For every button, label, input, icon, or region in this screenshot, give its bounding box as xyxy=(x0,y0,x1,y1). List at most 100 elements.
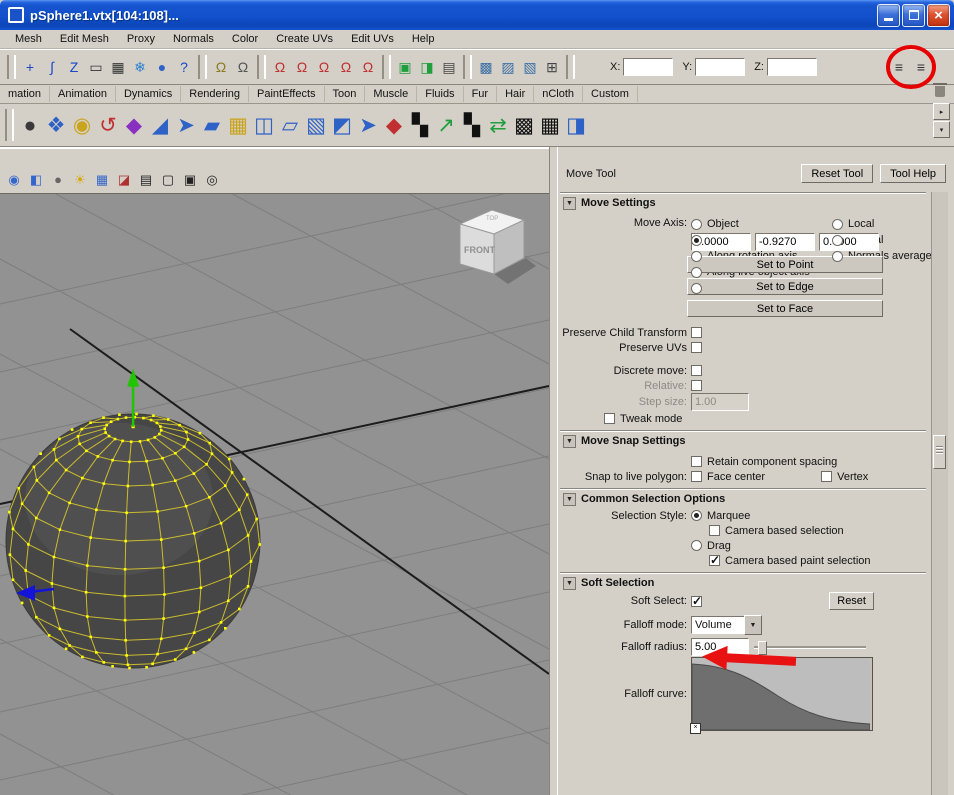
extrude-icon[interactable]: ▱ xyxy=(277,108,303,142)
falloff-radius-input[interactable] xyxy=(691,638,749,656)
shelf-tab[interactable]: PaintEffects xyxy=(249,86,325,102)
falloff-curve-graph[interactable] xyxy=(690,657,873,734)
poly-sphere-icon[interactable]: ● xyxy=(17,108,43,142)
curve-key-marker[interactable] xyxy=(690,723,701,734)
render-view-icon[interactable]: ▩ xyxy=(475,56,497,78)
grid-cube-icon[interactable]: ▦ xyxy=(107,56,129,78)
uv-checker-icon[interactable]: ▚ xyxy=(407,108,433,142)
panel-scrollbar[interactable] xyxy=(931,192,948,795)
viewport[interactable]: TOP FRONT xyxy=(0,192,549,795)
lock-selection-icon[interactable]: Ω xyxy=(232,56,254,78)
radio-icon[interactable] xyxy=(691,266,702,278)
shaded-icon[interactable]: ● xyxy=(48,170,68,190)
film-gate-icon[interactable]: ▢ xyxy=(158,170,178,190)
smooth-icon[interactable]: ◉ xyxy=(69,108,95,142)
shelf-grip[interactable] xyxy=(5,109,14,141)
shelf-tab[interactable]: Fur xyxy=(464,86,498,102)
poly-spheres-icon[interactable]: ❖ xyxy=(43,108,69,142)
toolbar-grip[interactable] xyxy=(257,55,266,79)
sphere-icon[interactable]: ● xyxy=(151,56,173,78)
scrollbar-thumb[interactable] xyxy=(933,435,946,469)
resolution-gate-icon[interactable]: ▣ xyxy=(180,170,200,190)
custom-axis-input[interactable] xyxy=(755,232,815,251)
menu-item[interactable]: Edit UVs xyxy=(342,31,403,47)
lattice-icon[interactable]: ◨ xyxy=(563,108,589,142)
shelf-tab[interactable]: Muscle xyxy=(365,86,418,102)
toolbar-grip[interactable] xyxy=(7,55,16,79)
poly-plane-icon[interactable]: ▰ xyxy=(199,108,225,142)
menu-item[interactable]: Mesh xyxy=(6,31,51,47)
snap-to-grid-icon[interactable]: Ω xyxy=(269,56,291,78)
trash-icon[interactable] xyxy=(933,83,947,97)
gate-mask-icon[interactable]: ◎ xyxy=(202,170,222,190)
camera-based-selection-checkbox[interactable] xyxy=(709,525,720,536)
toolbar-grip[interactable] xyxy=(198,55,207,79)
toolbar-grip[interactable] xyxy=(566,55,575,79)
normals-icon[interactable]: ↗ xyxy=(433,108,459,142)
panel-divider[interactable] xyxy=(549,147,558,795)
curve-snap-icon[interactable]: Z xyxy=(63,56,85,78)
snap-to-curve-icon[interactable]: Ω xyxy=(291,56,313,78)
collapse-arrow-icon[interactable] xyxy=(563,576,576,590)
retain-spacing-checkbox[interactable] xyxy=(691,456,702,467)
highlight-snowflake-icon[interactable]: ❄ xyxy=(129,56,151,78)
tool-help-button[interactable]: Tool Help xyxy=(880,164,946,183)
tweak-mode-checkbox[interactable] xyxy=(604,413,615,424)
xray-icon[interactable]: ◪ xyxy=(114,170,134,190)
view-cube[interactable]: TOP FRONT xyxy=(448,200,536,288)
set-to-button[interactable]: Set to Edge xyxy=(687,278,883,295)
y-input[interactable] xyxy=(695,58,746,76)
append-face-icon[interactable]: ➤ xyxy=(355,108,381,142)
soft-select-checkbox[interactable] xyxy=(691,594,702,608)
collapse-arrow-icon[interactable] xyxy=(563,434,576,448)
camera-icon[interactable]: ◉ xyxy=(4,170,24,190)
make-live-icon[interactable]: Ω xyxy=(357,56,379,78)
textured-icon[interactable]: ▦ xyxy=(92,170,112,190)
toolbar-grip[interactable] xyxy=(463,55,472,79)
shelf-tab[interactable]: Toon xyxy=(325,86,366,102)
move-axis-option[interactable]: Local xyxy=(832,216,932,232)
render-current-frame-icon[interactable]: ▨ xyxy=(497,56,519,78)
minimize-button[interactable] xyxy=(877,3,900,27)
soft-select-reset-button[interactable]: Reset xyxy=(829,592,874,610)
shelf-tab[interactable]: Hair xyxy=(497,86,535,102)
radio-icon[interactable] xyxy=(832,234,843,246)
preserve-uvs-checkbox[interactable] xyxy=(691,342,702,353)
uv-grid-icon[interactable]: ▩ xyxy=(511,108,537,142)
move-axis-option[interactable]: Object xyxy=(691,216,832,232)
set-to-button[interactable]: Set to Point xyxy=(687,256,883,273)
radio-icon[interactable] xyxy=(691,250,702,262)
x-input[interactable] xyxy=(623,58,674,76)
bridge-icon[interactable]: ▧ xyxy=(303,108,329,142)
show-tool-settings-icon[interactable]: ≡ xyxy=(910,56,932,78)
section-move-snap-settings[interactable]: Move Snap Settings xyxy=(560,431,926,450)
radio-icon[interactable] xyxy=(832,250,843,262)
subdiv-grid-icon[interactable]: ▦ xyxy=(225,108,251,142)
set-to-button[interactable]: Set to Face xyxy=(687,300,883,317)
help-icon[interactable]: ? xyxy=(173,56,195,78)
shelf-tab[interactable]: nCloth xyxy=(534,86,584,102)
slider-handle[interactable] xyxy=(758,641,767,655)
radio-icon[interactable] xyxy=(691,282,702,294)
drag-radio[interactable] xyxy=(691,540,702,551)
uv-checker-2-icon[interactable]: ▚ xyxy=(459,108,485,142)
dropdown-arrow-icon[interactable] xyxy=(744,615,762,635)
render-settings-icon[interactable]: ⊞ xyxy=(541,56,563,78)
section-soft-selection[interactable]: Soft Selection xyxy=(560,573,926,592)
menu-item[interactable]: Color xyxy=(223,31,267,47)
shelf-scroll-button[interactable] xyxy=(933,121,950,138)
relative-checkbox[interactable] xyxy=(691,380,702,391)
marquee-radio[interactable] xyxy=(691,510,702,521)
shelf-tab[interactable]: mation xyxy=(0,86,51,102)
step-size-input[interactable] xyxy=(691,393,749,411)
ipr-render-icon[interactable]: ▧ xyxy=(519,56,541,78)
custom-axis-input[interactable] xyxy=(819,232,879,251)
poly-wedge-icon[interactable]: ◢ xyxy=(147,108,173,142)
ik-handle-icon[interactable]: ∫ xyxy=(41,56,63,78)
shelf-menu-button[interactable] xyxy=(933,103,950,120)
face-center-checkbox[interactable] xyxy=(691,471,702,482)
snap-to-point-icon[interactable]: Ω xyxy=(313,56,335,78)
restore-button[interactable] xyxy=(902,3,925,27)
split-face-icon[interactable]: ◩ xyxy=(329,108,355,142)
construction-history-icon[interactable]: ▤ xyxy=(438,56,460,78)
